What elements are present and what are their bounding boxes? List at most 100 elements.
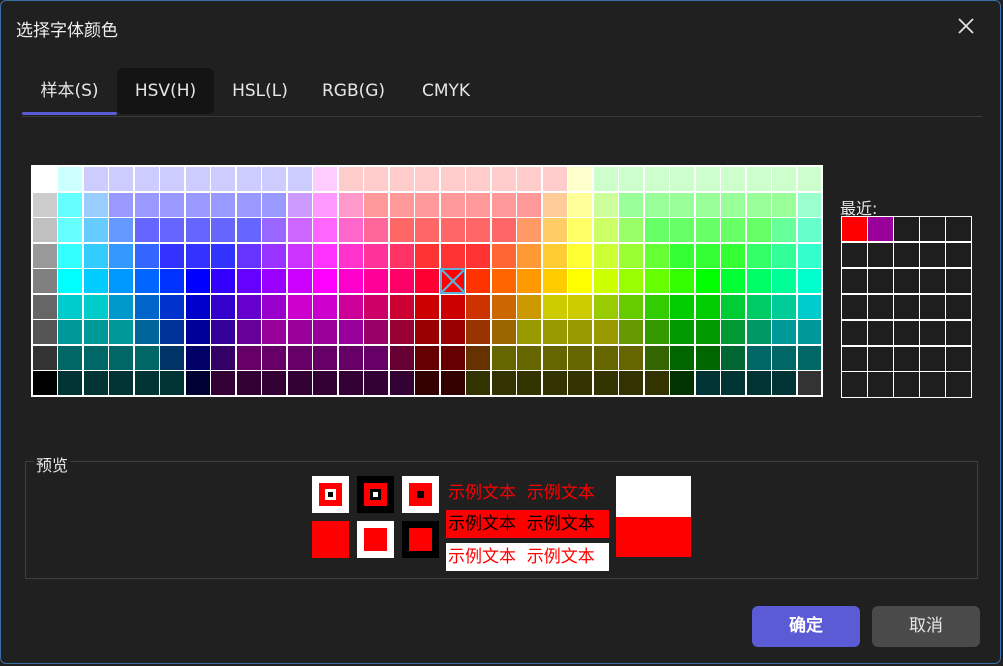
palette-swatch[interactable] [210,166,237,193]
palette-swatch[interactable] [694,344,721,371]
palette-swatch[interactable] [720,319,747,346]
palette-swatch[interactable] [210,268,237,295]
palette-swatch[interactable] [388,242,415,269]
tab-hsl[interactable]: HSL(L) [214,68,306,114]
palette-swatch[interactable] [388,166,415,193]
recent-color-swatch[interactable] [893,293,920,321]
palette-swatch[interactable] [312,344,339,371]
palette-swatch[interactable] [235,217,262,244]
palette-swatch[interactable] [796,217,823,244]
palette-swatch[interactable] [261,217,288,244]
palette-swatch[interactable] [159,217,186,244]
palette-swatch[interactable] [337,191,364,218]
palette-swatch[interactable] [82,293,109,320]
palette-swatch[interactable] [567,242,594,269]
palette-swatch[interactable] [133,293,160,320]
palette-swatch[interactable] [516,268,543,295]
palette-swatch[interactable] [32,217,58,244]
palette-swatch[interactable] [796,319,823,346]
palette-swatch[interactable] [184,268,211,295]
palette-swatch[interactable] [159,319,186,346]
palette-swatch[interactable] [184,242,211,269]
palette-swatch[interactable] [414,370,441,397]
palette-swatch[interactable] [490,293,517,320]
palette-swatch[interactable] [592,268,619,295]
palette-swatch[interactable] [771,268,797,295]
palette-swatch[interactable] [694,217,721,244]
palette-swatch[interactable] [108,344,135,371]
palette-swatch[interactable] [745,268,772,295]
palette-swatch[interactable] [669,344,696,371]
palette-swatch[interactable] [745,319,772,346]
palette-swatch[interactable] [592,319,619,346]
palette-swatch[interactable] [720,166,747,193]
palette-swatch[interactable] [567,293,594,320]
palette-swatch[interactable] [159,370,186,397]
palette-swatch[interactable] [669,166,696,193]
palette-swatch[interactable] [618,370,645,397]
palette-swatch[interactable] [414,293,441,320]
recent-color-swatch[interactable] [919,216,946,243]
palette-swatch[interactable] [261,242,288,269]
palette-swatch[interactable] [286,242,313,269]
palette-swatch[interactable] [643,293,670,320]
palette-swatch[interactable] [312,166,339,193]
palette-swatch[interactable] [337,293,364,320]
palette-swatch[interactable] [286,319,313,346]
palette-swatch[interactable] [720,370,747,397]
palette-swatch[interactable] [57,370,84,397]
recent-color-swatch[interactable] [841,267,868,295]
palette-swatch[interactable] [694,166,721,193]
recent-color-swatch[interactable] [945,345,972,372]
palette-swatch[interactable] [592,217,619,244]
palette-swatch[interactable] [159,242,186,269]
palette-swatch[interactable] [337,319,364,346]
palette-swatch[interactable] [261,191,288,218]
recent-color-swatch[interactable] [945,319,972,346]
palette-swatch[interactable] [82,344,109,371]
recent-color-swatch[interactable] [919,293,946,321]
palette-swatch[interactable] [745,217,772,244]
palette-swatch[interactable] [567,191,594,218]
palette-swatch[interactable] [541,293,568,320]
palette-swatch[interactable] [516,344,543,371]
palette-swatch[interactable] [516,293,543,320]
recent-color-swatch[interactable] [867,267,894,295]
palette-swatch[interactable] [414,344,441,371]
palette-swatch[interactable] [261,293,288,320]
palette-swatch[interactable] [439,166,466,193]
palette-swatch[interactable] [465,166,492,193]
palette-swatch[interactable] [490,191,517,218]
palette-swatch[interactable] [388,344,415,371]
palette-swatch[interactable] [261,319,288,346]
palette-swatch[interactable] [32,166,58,193]
recent-color-swatch[interactable] [867,371,894,398]
palette-swatch[interactable] [312,268,339,295]
recent-color-swatch[interactable] [945,371,972,398]
palette-swatch[interactable] [720,293,747,320]
palette-swatch[interactable] [363,268,390,295]
palette-swatch[interactable] [567,217,594,244]
palette-swatch[interactable] [82,166,109,193]
palette-swatch[interactable] [720,268,747,295]
palette-swatch[interactable] [490,344,517,371]
recent-color-swatch[interactable] [893,319,920,346]
palette-swatch[interactable] [210,191,237,218]
recent-color-swatch[interactable] [919,319,946,346]
recent-color-swatch[interactable] [893,345,920,372]
palette-swatch[interactable] [57,242,84,269]
palette-swatch[interactable] [57,319,84,346]
palette-swatch[interactable] [32,268,58,295]
palette-swatch[interactable] [490,242,517,269]
palette-swatch[interactable] [439,293,466,320]
palette-swatch[interactable] [261,344,288,371]
palette-swatch[interactable] [159,293,186,320]
palette-swatch[interactable] [771,344,797,371]
palette-swatch[interactable] [643,166,670,193]
palette-swatch[interactable] [592,293,619,320]
palette-swatch[interactable] [516,319,543,346]
palette-swatch[interactable] [57,268,84,295]
palette-swatch[interactable] [286,370,313,397]
palette-swatch[interactable] [541,268,568,295]
palette-swatch[interactable] [669,293,696,320]
